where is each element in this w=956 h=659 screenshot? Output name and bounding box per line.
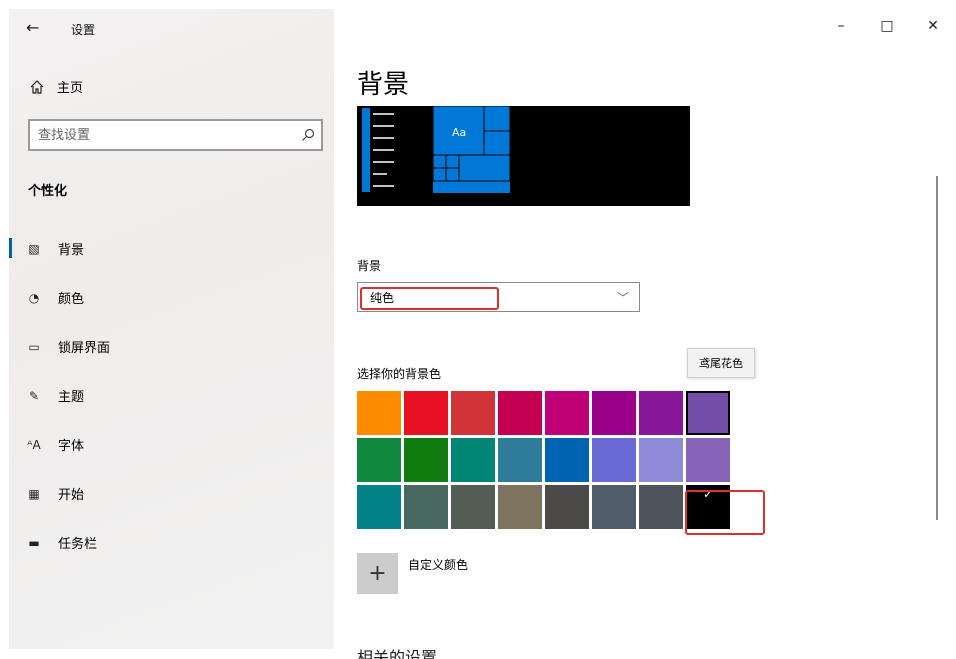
search-box[interactable] — [28, 119, 323, 151]
background-preview: Aa — [357, 106, 690, 206]
color-swatch[interactable] — [404, 438, 448, 482]
home-link[interactable]: 主页 — [29, 77, 83, 96]
color-swatch[interactable] — [639, 391, 683, 435]
sidebar-item-start[interactable]: ▦ 开始 — [9, 469, 334, 518]
sidebar-item-label: 背景 — [58, 243, 85, 258]
color-swatch[interactable] — [592, 485, 636, 529]
color-swatch[interactable] — [404, 485, 448, 529]
close-button[interactable]: ✕ — [910, 9, 956, 43]
color-swatch[interactable] — [451, 391, 495, 435]
custom-color-button[interactable]: + — [357, 553, 398, 594]
sidebar-nav: ▧ 背景 ◔ 颜色 ▭ 锁屏界面 ✎ 主题 ᴬA 字体 ▦ 开始 ▬ 任务栏 — [9, 224, 334, 567]
color-swatch[interactable] — [592, 391, 636, 435]
color-swatch[interactable] — [451, 438, 495, 482]
background-dropdown-value: 纯色 — [370, 290, 395, 305]
app-title: 设置 — [71, 23, 96, 37]
lock-screen-icon: ▭ — [28, 339, 40, 354]
picture-icon: ▧ — [28, 241, 40, 256]
taskbar-icon: ▬ — [28, 535, 40, 550]
color-swatch[interactable] — [592, 438, 636, 482]
sidebar-item-label: 任务栏 — [58, 537, 98, 552]
preview-tile-text: Aa — [452, 126, 466, 139]
color-swatch[interactable] — [639, 438, 683, 482]
section-title: 个性化 — [28, 184, 68, 199]
home-icon — [30, 79, 44, 94]
color-swatch[interactable] — [451, 485, 495, 529]
background-dropdown[interactable]: 纯色 ﹀ — [357, 282, 640, 312]
color-swatch[interactable] — [545, 438, 589, 482]
color-swatch[interactable] — [357, 438, 401, 482]
sidebar-item-label: 锁屏界面 — [58, 341, 111, 356]
background-label: 背景 — [357, 259, 382, 273]
color-swatch[interactable] — [686, 438, 730, 482]
sidebar-item-taskbar[interactable]: ▬ 任务栏 — [9, 518, 334, 567]
search-icon[interactable] — [301, 128, 315, 142]
sidebar-item-colors[interactable]: ◔ 颜色 — [9, 273, 334, 322]
choose-color-label: 选择你的背景色 — [357, 367, 442, 381]
minimize-button[interactable]: – — [818, 9, 864, 43]
color-swatch[interactable] — [498, 391, 542, 435]
color-swatch[interactable] — [357, 391, 401, 435]
chevron-down-icon: ﹀ — [616, 291, 629, 305]
home-label: 主页 — [57, 81, 84, 96]
check-icon: ✓ — [702, 487, 714, 501]
sidebar-item-themes[interactable]: ✎ 主题 — [9, 371, 334, 420]
color-swatch[interactable] — [545, 485, 589, 529]
sidebar-item-label: 字体 — [58, 439, 85, 454]
color-swatch[interactable] — [686, 391, 730, 435]
palette-icon: ◔ — [28, 290, 40, 305]
sidebar-item-label: 开始 — [58, 488, 85, 503]
color-swatch[interactable] — [404, 391, 448, 435]
maximize-button[interactable]: □ — [864, 9, 910, 43]
search-input[interactable] — [30, 121, 280, 149]
color-swatch[interactable] — [639, 485, 683, 529]
color-swatch[interactable] — [357, 485, 401, 529]
custom-color-label: 自定义颜色 — [408, 558, 469, 572]
plus-icon: + — [368, 561, 387, 586]
color-swatch[interactable] — [498, 485, 542, 529]
scrollbar[interactable] — [936, 176, 938, 520]
color-tooltip: 鸢尾花色 — [687, 348, 755, 378]
color-swatch-grid: ✓ — [357, 391, 733, 533]
sidebar: ← 设置 主页 个性化 ▧ 背景 ◔ 颜色 ▭ 锁屏界面 ✎ 主题 — [9, 9, 334, 649]
sidebar-item-lock-screen[interactable]: ▭ 锁屏界面 — [9, 322, 334, 371]
font-icon: ᴬA — [27, 437, 41, 452]
theme-brush-icon: ✎ — [28, 388, 40, 403]
back-arrow-icon[interactable]: ← — [26, 18, 39, 37]
page-title: 背景 — [357, 70, 410, 100]
window-controls: – □ ✕ — [818, 9, 956, 43]
color-swatch[interactable]: ✓ — [686, 485, 730, 529]
start-grid-icon: ▦ — [28, 486, 40, 501]
sidebar-item-background[interactable]: ▧ 背景 — [9, 224, 334, 273]
color-swatch[interactable] — [545, 391, 589, 435]
sidebar-item-fonts[interactable]: ᴬA 字体 — [9, 420, 334, 469]
sidebar-item-label: 主题 — [58, 390, 85, 405]
color-swatch[interactable] — [498, 438, 542, 482]
related-settings-heading: 相关的设置 — [357, 648, 438, 659]
sidebar-item-label: 颜色 — [58, 292, 85, 307]
